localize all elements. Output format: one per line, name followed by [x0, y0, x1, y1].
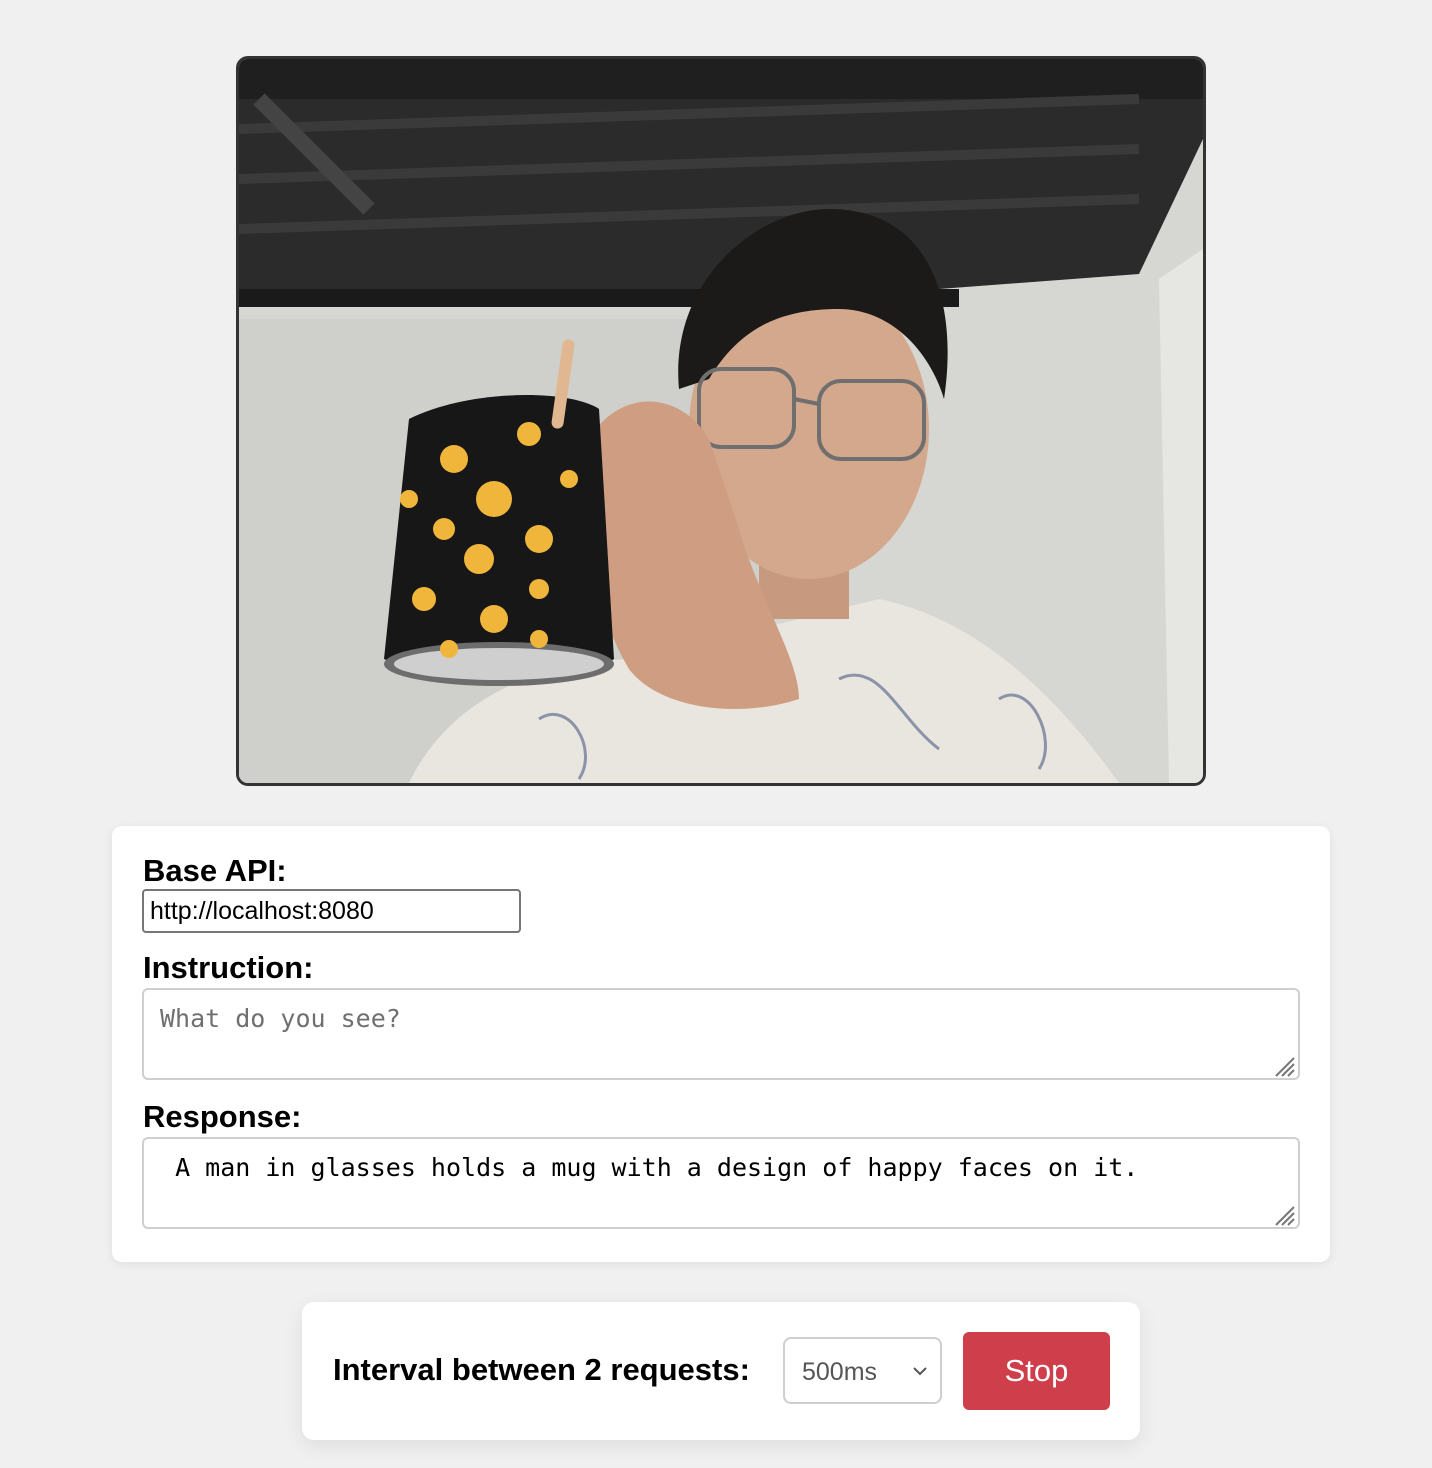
interval-selected-value: 500ms [802, 1358, 878, 1386]
instruction-textarea[interactable] [142, 988, 1300, 1080]
controls-card: Base API: Instruction: Response: A man i… [112, 826, 1330, 1262]
page: Base API: Instruction: Response: A man i… [0, 0, 1432, 1468]
instruction-label: Instruction: [143, 950, 314, 985]
stop-button[interactable]: Stop [963, 1332, 1110, 1410]
resize-handle-icon[interactable] [1270, 1052, 1296, 1078]
request-controls-bar: Interval between 2 requests: 500ms Stop [302, 1302, 1140, 1440]
interval-select[interactable]: 500ms [783, 1337, 942, 1404]
resize-handle-icon[interactable] [1270, 1201, 1296, 1227]
interval-label: Interval between 2 requests: [333, 1352, 750, 1387]
response-textarea[interactable]: A man in glasses holds a mug with a desi… [142, 1137, 1300, 1229]
webcam-image [239, 59, 1203, 783]
base-api-input[interactable] [142, 889, 521, 933]
video-feed [236, 56, 1206, 786]
chevron-down-icon [913, 1367, 927, 1376]
response-label: Response: [143, 1099, 302, 1134]
base-api-label: Base API: [143, 853, 287, 888]
